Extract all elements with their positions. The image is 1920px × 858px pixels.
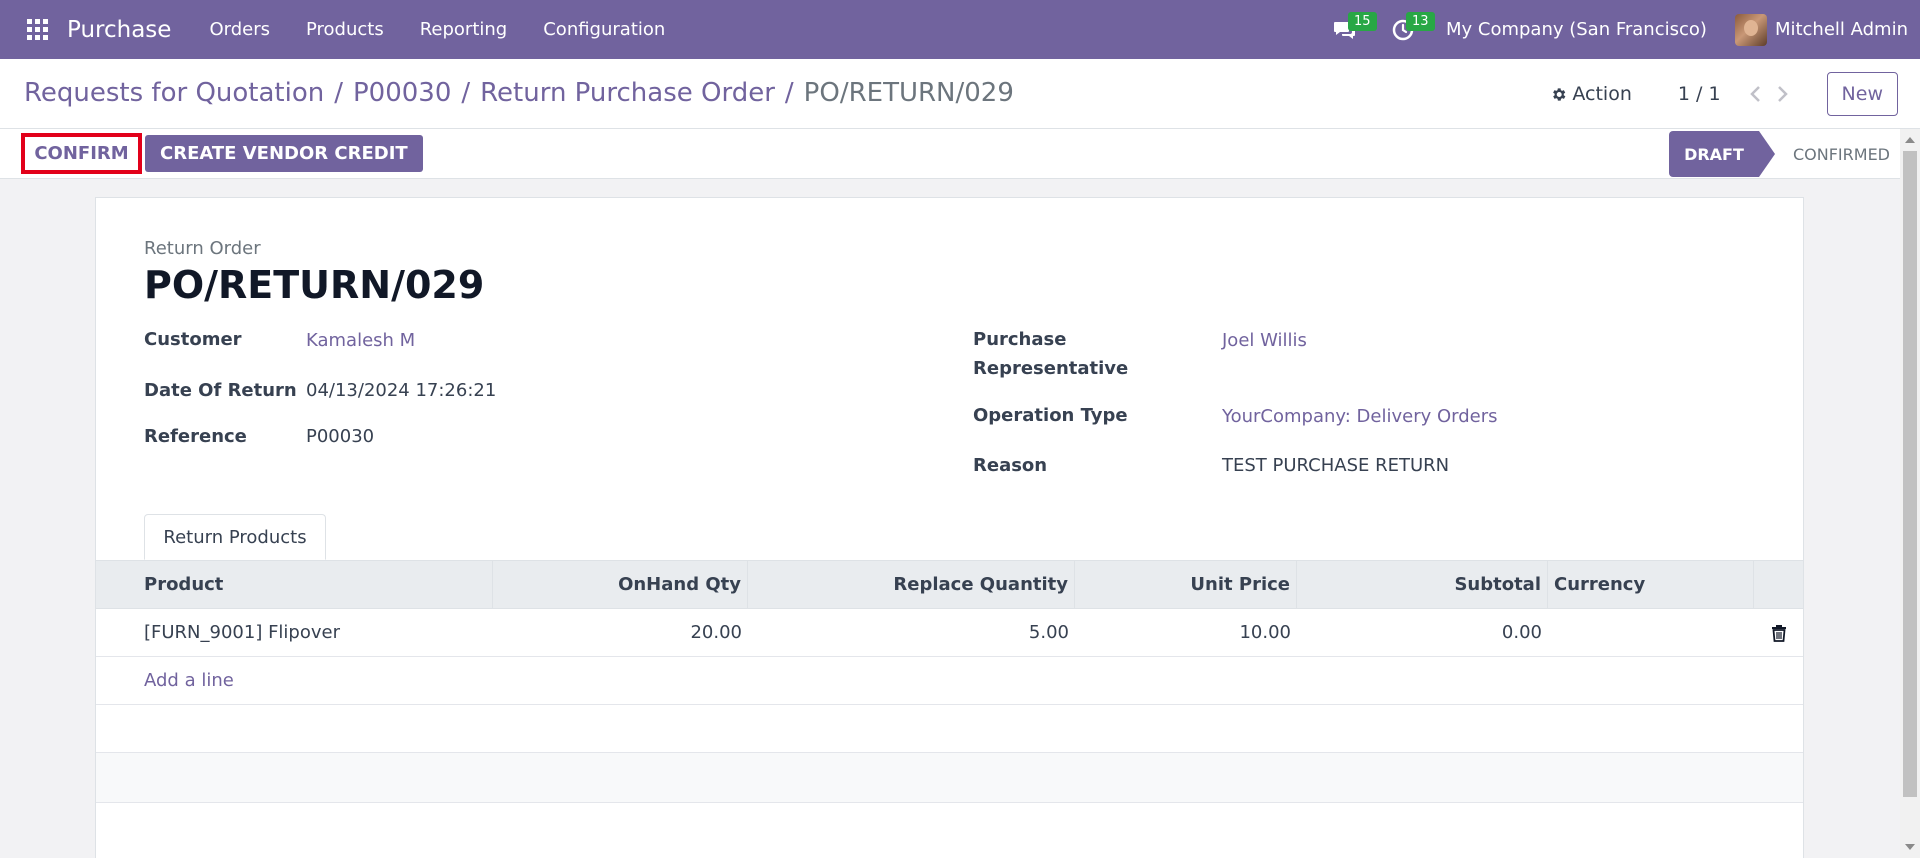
cell-unit-price[interactable]: 10.00 [1075,622,1297,643]
control-panel-actions: Action 1 / 1 New [1550,71,1898,117]
scrollbar-thumb[interactable] [1903,151,1917,797]
date-of-return-label: Date Of Return [144,380,297,401]
company-switcher[interactable]: My Company (San Francisco) [1446,19,1707,40]
breadcrumb: Requests for Quotation / P00030 / Return… [24,78,1014,108]
new-button[interactable]: New [1826,72,1898,116]
column-onhand-qty[interactable]: OnHand Qty [493,561,748,608]
breadcrumb-requests-for-quotation[interactable]: Requests for Quotation [24,78,324,108]
tab-return-products[interactable]: Return Products [144,514,326,560]
status-stages: DRAFT CONFIRMED [1668,131,1900,177]
breadcrumb-separator: / [461,78,471,108]
systray: 15 13 My Company (San Francisco) Mitchel… [1316,0,1920,59]
control-panel: Requests for Quotation / P00030 / Return… [0,59,1920,129]
breadcrumb-p00030[interactable]: P00030 [353,78,451,108]
confirm-button[interactable]: CONFIRM [21,133,142,174]
customer-field[interactable]: Kamalesh M [306,326,415,355]
action-menu-button[interactable]: Action [1550,83,1632,105]
messages-count-badge: 15 [1347,12,1377,31]
empty-row [96,705,1803,753]
reference-label: Reference [144,426,247,447]
operation-type-field[interactable]: YourCompany: Delivery Orders [1222,402,1498,431]
form-sheet: Return Order PO/RETURN/029 Customer Kama… [95,197,1804,858]
menu-configuration[interactable]: Configuration [525,19,683,40]
activities-button[interactable]: 13 [1374,0,1435,59]
reference-field[interactable]: P00030 [306,422,374,451]
breadcrumb-current: PO/RETURN/029 [803,78,1014,108]
customer-label: Customer [144,329,242,350]
pager-value[interactable]: 1 / 1 [1678,83,1721,105]
pager-previous-button[interactable] [1741,80,1769,108]
top-navbar: Purchase Orders Products Reporting Confi… [0,0,1920,59]
activities-count-badge: 13 [1405,12,1435,31]
operation-type-label: Operation Type [973,405,1128,426]
return-products-table: Product OnHand Qty Replace Quantity Unit… [96,560,1803,803]
column-subtotal[interactable]: Subtotal [1297,561,1548,608]
breadcrumb-separator: / [784,78,794,108]
column-replace-quantity[interactable]: Replace Quantity [748,561,1075,608]
stage-draft[interactable]: DRAFT [1668,131,1775,177]
page-scrollbar[interactable] [1900,129,1920,858]
add-line-row: Add a line [96,657,1803,705]
reason-label: Reason [973,455,1048,476]
empty-row [96,753,1803,803]
messages-button[interactable]: 15 [1316,0,1377,59]
purchase-representative-field[interactable]: Joel Willis [1222,326,1307,355]
reason-field[interactable]: TEST PURCHASE RETURN [1222,451,1449,480]
menu-orders[interactable]: Orders [191,19,288,40]
cell-subtotal[interactable]: 0.00 [1297,622,1548,643]
create-vendor-credit-button[interactable]: CREATE VENDOR CREDIT [145,135,423,172]
table-row[interactable]: [FURN_9001] Flipover 20.00 5.00 10.00 0.… [96,609,1803,657]
main-menu: Orders Products Reporting Configuration [191,19,683,40]
column-product[interactable]: Product [96,561,493,608]
date-of-return-field[interactable]: 04/13/2024 17:26:21 [306,376,496,405]
scroll-up-arrow-icon[interactable] [1905,137,1915,143]
delete-row-button[interactable] [1754,624,1803,642]
column-currency[interactable]: Currency [1548,561,1754,608]
column-unit-price[interactable]: Unit Price [1075,561,1297,608]
purchase-representative-label: Purchase Representative [973,329,1129,379]
pager-next-button[interactable] [1769,80,1797,108]
page-title: PO/RETURN/029 [144,263,485,307]
stage-confirmed[interactable]: CONFIRMED [1759,131,1900,177]
scroll-down-arrow-icon[interactable] [1905,844,1915,850]
breadcrumb-separator: / [334,78,343,108]
chevron-left-icon [1749,86,1760,102]
apps-grid-icon[interactable] [25,18,49,42]
trash-icon [1771,624,1786,642]
menu-products[interactable]: Products [288,19,402,40]
cell-onhand-qty[interactable]: 20.00 [493,622,748,643]
user-name: Mitchell Admin [1774,19,1908,40]
chevron-right-icon [1777,86,1788,102]
breadcrumb-return-purchase-order[interactable]: Return Purchase Order [480,78,775,108]
gear-icon [1553,87,1566,101]
cell-replace-quantity[interactable]: 5.00 [748,622,1075,643]
avatar [1734,13,1767,46]
form-statusbar: CONFIRM CREATE VENDOR CREDIT DRAFT CONFI… [0,129,1900,179]
table-header: Product OnHand Qty Replace Quantity Unit… [96,560,1803,609]
add-a-line-link[interactable]: Add a line [144,670,234,691]
title-label: Return Order [144,238,261,259]
menu-reporting[interactable]: Reporting [402,19,526,40]
action-label: Action [1572,83,1632,105]
cell-product[interactable]: [FURN_9001] Flipover [96,622,493,643]
user-menu[interactable]: Mitchell Admin [1734,13,1908,46]
app-brand[interactable]: Purchase [67,17,171,43]
column-actions [1754,561,1803,608]
